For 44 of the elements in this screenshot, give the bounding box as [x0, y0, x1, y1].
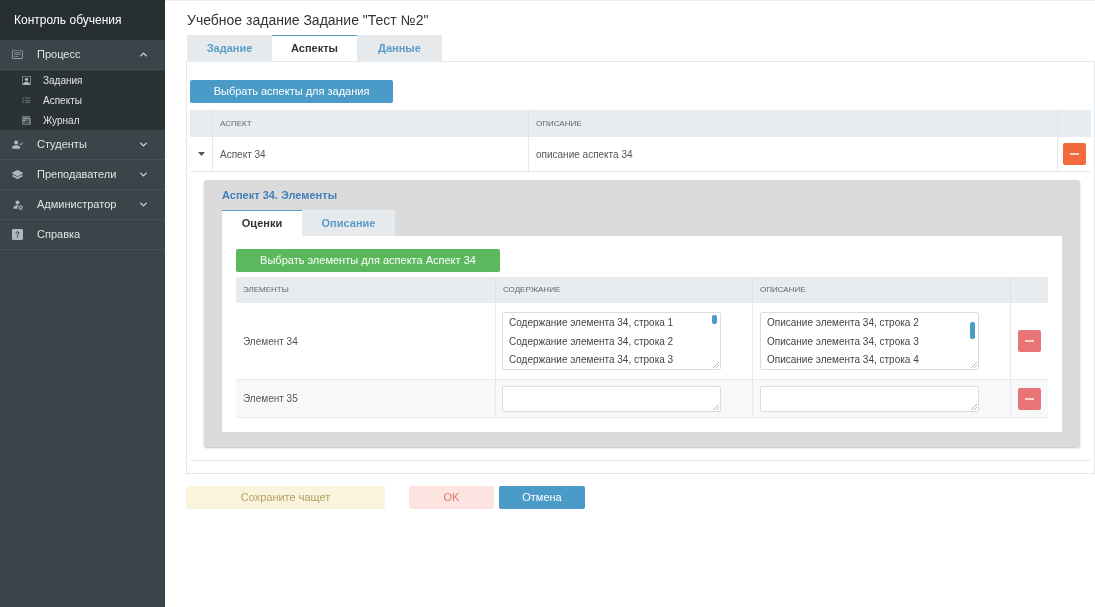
resize-grip-icon[interactable]	[970, 361, 977, 368]
minus-icon	[1070, 153, 1079, 155]
scrollbar-thumb[interactable]	[712, 315, 717, 324]
text-lines-icon	[12, 49, 23, 60]
column-header: АСПЕКТ	[220, 117, 252, 130]
sidebar-item[interactable]: Студенты	[0, 130, 165, 160]
resize-grip-icon[interactable]	[970, 402, 977, 410]
newspaper-icon	[22, 115, 31, 125]
sidebar-item[interactable]: Преподаватели	[0, 160, 165, 190]
resize-grip-icon[interactable]	[712, 361, 719, 368]
column-header: ОПИСАНИЕ	[760, 284, 806, 296]
sidebar-subitem[interactable]: Журнал	[0, 110, 165, 130]
sidebar-item[interactable]: Администратор	[0, 190, 165, 220]
table-cell-text: Элемент 34	[243, 334, 298, 349]
table-cell-text: Элемент 35	[243, 392, 298, 406]
table-cell-text: Аспект 34	[220, 147, 266, 162]
column-header: ЭЛЕМЕНТЫ	[243, 284, 289, 296]
textarea-field[interactable]	[502, 385, 721, 412]
textarea-field[interactable]: Описание элемента 34, строка 2 Описание элемента 34, строка 3 Описание элемента 34, строка 4	[760, 312, 979, 370]
table-cell-text: описание аспекта 34	[536, 147, 633, 162]
column-header: ОПИСАНИЕ	[536, 117, 582, 130]
minus-icon	[1025, 340, 1034, 342]
textarea-field[interactable]: Содержание элемента 34, строка 1 Содержание элемента 34, строка 2 Содержание элемента 34, строка 3	[502, 312, 721, 370]
resize-grip-icon[interactable]	[712, 402, 719, 410]
textarea-field[interactable]	[760, 385, 979, 412]
help-icon	[12, 229, 23, 240]
sidebar-subitem[interactable]: Задания	[0, 70, 165, 90]
remove-button[interactable]	[1063, 143, 1086, 165]
user-check-icon	[12, 139, 23, 150]
layers-icon	[12, 169, 23, 180]
minus-icon	[1025, 397, 1034, 400]
sidebar-item[interactable]: Справка	[0, 220, 165, 250]
page-title: Учебное задание Задание "Тест №2"	[186, 11, 429, 29]
sidebar-subitem[interactable]: Аспекты	[0, 90, 165, 110]
details-title: Аспект 34. Элементы	[222, 188, 338, 203]
scrollbar-thumb[interactable]	[970, 322, 975, 339]
contact-card-icon	[22, 75, 31, 85]
tab[interactable]: Оценки	[222, 210, 302, 236]
remove-button[interactable]	[1018, 330, 1041, 352]
remove-button[interactable]	[1018, 387, 1041, 410]
column-header: СОДЕРЖАНИЕ	[503, 284, 561, 296]
caret-down-icon[interactable]	[197, 152, 205, 156]
user-gear-icon	[12, 199, 23, 210]
app-title: Контроль обучения	[0, 0, 165, 40]
